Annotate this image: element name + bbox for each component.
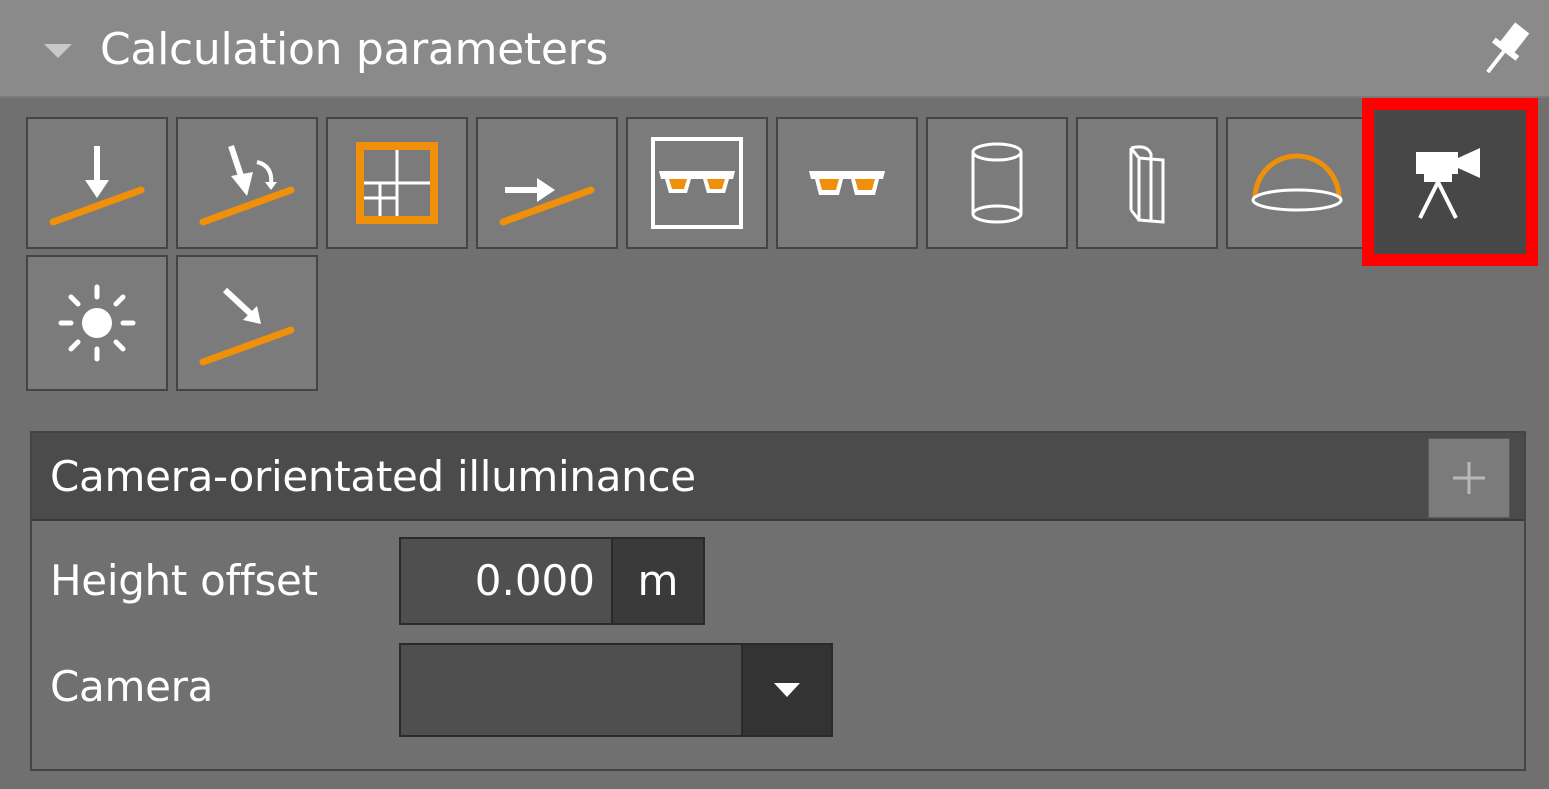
- cylinder-icon: [971, 142, 1023, 224]
- chevron-down-icon: [774, 683, 800, 697]
- pin-icon[interactable]: [1480, 20, 1530, 80]
- panel-title: Calculation parameters: [100, 24, 609, 75]
- tool-hemispherical-illuminance[interactable]: [1226, 117, 1368, 249]
- arrow-right-plane-icon: [499, 178, 595, 226]
- sun-icon: [58, 284, 136, 362]
- tool-vertical-illuminance[interactable]: [476, 117, 618, 249]
- collapse-arrow-icon[interactable]: [42, 42, 74, 60]
- tool-cylindrical-illuminance[interactable]: [926, 117, 1068, 249]
- tool-horizontal-illuminance[interactable]: [26, 117, 168, 249]
- add-button[interactable]: [1428, 438, 1510, 518]
- camera-dropdown-button[interactable]: [741, 643, 833, 737]
- tool-semi-cylindrical-illuminance[interactable]: [1076, 117, 1218, 249]
- section-title: Camera-orientated illuminance: [50, 452, 696, 501]
- half-cylinder-icon: [1129, 145, 1165, 224]
- camera-select[interactable]: [399, 643, 743, 737]
- camera-illuminance-section: Camera-orientated illuminance Height off…: [30, 431, 1526, 771]
- glasses-icon: [809, 171, 885, 195]
- plus-icon: [1453, 462, 1485, 494]
- height-offset-input[interactable]: 0.000: [399, 537, 613, 625]
- tool-grid-illuminance[interactable]: [326, 117, 468, 249]
- arrow-down-plane-icon: [49, 146, 145, 226]
- camera-tripod-icon: [1416, 148, 1480, 219]
- tool-glare-framed[interactable]: [626, 117, 768, 249]
- camera-label: Camera: [50, 662, 214, 711]
- arrow-diagonal-plane-icon: [199, 287, 295, 366]
- tool-daylight[interactable]: [26, 255, 168, 391]
- glasses-framed-icon: [651, 137, 743, 229]
- hemisphere-icon: [1251, 153, 1343, 212]
- tool-directional-illuminance[interactable]: [176, 255, 318, 391]
- height-offset-unit: m: [611, 537, 705, 625]
- height-offset-label: Height offset: [50, 556, 318, 605]
- tool-glare[interactable]: [776, 117, 918, 249]
- arrow-tilt-plane-icon: [199, 145, 295, 226]
- panel-header[interactable]: Calculation parameters: [0, 0, 1549, 98]
- tool-camera-orientated-illuminance[interactable]: [1362, 98, 1538, 266]
- tool-inclined-illuminance[interactable]: [176, 117, 318, 249]
- grid-frame-icon: [356, 142, 438, 224]
- section-header: Camera-orientated illuminance: [32, 433, 1524, 521]
